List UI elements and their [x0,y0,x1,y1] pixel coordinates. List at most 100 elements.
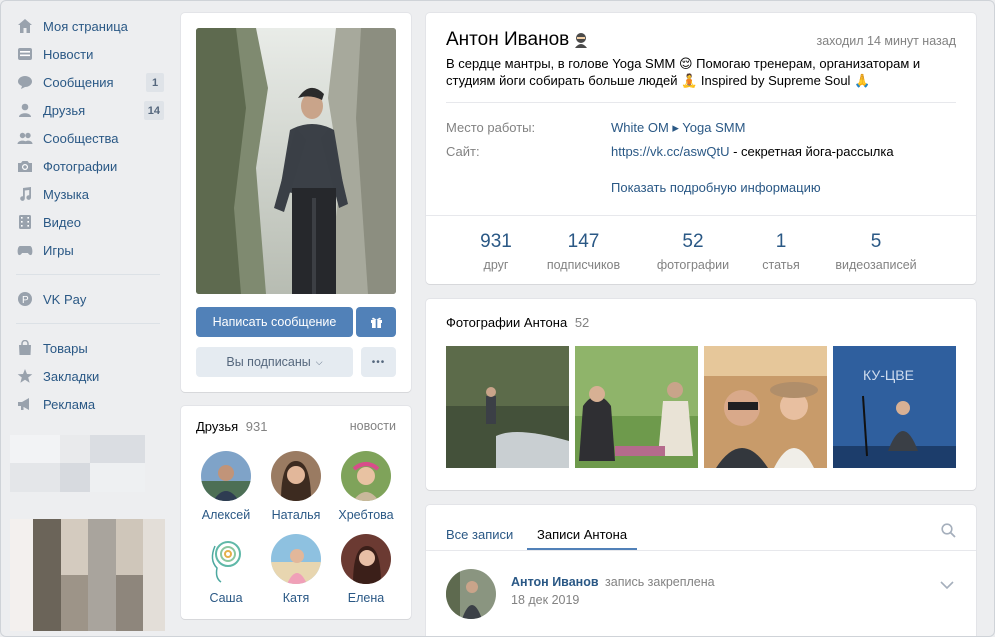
nav-item-messages[interactable]: Сообщения 1 [10,68,170,96]
site-link[interactable]: https://vk.cc/aswQtU [611,144,729,159]
gift-button[interactable] [356,307,396,337]
nav-item-vkpay[interactable]: P VK Pay [10,285,170,313]
blurred-ad-top [10,435,160,495]
photo-thumbnail[interactable] [446,346,569,468]
photo-thumbnail[interactable]: КУ-ЦВЕ [833,346,956,468]
news-icon [16,46,34,62]
megaphone-icon [16,396,34,412]
nav-item-label: Друзья [43,102,86,118]
svg-text:КУ-ЦВЕ: КУ-ЦВЕ [863,367,914,383]
more-actions-button[interactable]: ••• [361,347,396,377]
games-icon [16,242,34,258]
show-more-info-link[interactable]: Показать подробную информацию [611,180,821,195]
post-author-name[interactable]: Антон Иванов [511,575,599,589]
blurred-ad-bottom [10,519,170,631]
nav-item-games[interactable]: Игры [10,236,170,264]
vkpay-icon: P [16,291,34,307]
tab-all-posts[interactable]: Все записи [446,527,513,542]
counter-caption: подписчиков [546,258,621,272]
site-label: Сайт: [446,144,480,159]
nav-item-bag[interactable]: Товары [10,334,170,362]
counter-videos[interactable]: 5 видеозаписей [826,231,926,272]
counter-number: 5 [870,231,882,252]
photos-title[interactable]: Фотографии Антона [446,315,567,330]
nav-item-friends[interactable]: Друзья 14 [10,96,170,124]
more-icon: ••• [371,356,386,368]
friend-name: Елена [347,591,385,605]
work-row: Место работы: White OM ▸ Yoga SMM [446,120,745,136]
nav-item-groups[interactable]: Сообщества [10,124,170,152]
nav-item-home[interactable]: Моя страница [10,12,170,40]
status-line: студиям йоги собирать больше людей 🧘 Ins… [446,73,871,88]
write-message-label: Написать сообщение [212,315,337,329]
friends-news-link[interactable]: новости [350,419,396,433]
counter-friends[interactable]: 931 друг [466,231,526,272]
friends-count: 931 [245,419,268,434]
profile-info-card: Антон Иванов заходил 14 минут назад В се… [426,13,976,284]
nav-item-label: Моя страница [43,18,128,34]
friend-item[interactable]: Хребтова [331,451,401,522]
gift-icon [370,316,383,329]
friend-item[interactable]: Саша [191,534,261,605]
nav-item-camera[interactable]: Фотографии [10,152,170,180]
write-message-button[interactable]: Написать сообщение [196,307,353,337]
bag-icon [16,340,34,356]
nav-item-label: Новости [43,46,94,62]
counter-followers[interactable]: 147 подписчиков [536,231,631,272]
friend-name: Наталья [271,508,321,522]
counter-number: 931 [480,231,512,252]
nav-item-label: Видео [43,214,81,230]
avatar-card: Написать сообщение Вы подписаны ⌵ ••• [181,13,411,392]
friend-avatar [271,534,321,584]
friend-name: Саша [209,591,243,605]
friend-name: Алексей [201,508,251,522]
friend-item[interactable]: Наталья [261,451,331,522]
nav-item-label: Реклама [43,396,96,412]
post-action: запись закреплена [605,575,715,589]
post-author-avatar[interactable] [446,569,496,619]
nav-item-megaphone[interactable]: Реклама [10,390,170,418]
counter-caption: фотографии [656,258,730,272]
nav-item-music[interactable]: Музыка [10,180,170,208]
groups-icon [16,130,34,146]
camera-icon [16,158,34,174]
chevron-down-icon: ⌵ [315,356,323,367]
video-icon [16,214,34,230]
site-row: Сайт: https://vk.cc/aswQtU - секретная й… [446,144,894,159]
tab-own-posts[interactable]: Записи Антона [537,527,627,542]
chevron-down-icon[interactable] [940,577,954,592]
svg-text:P: P [22,295,29,306]
photo-thumbnail[interactable] [704,346,827,468]
friends-title[interactable]: Друзья [196,419,238,434]
counter-number: 52 [682,231,704,252]
friend-item[interactable]: Катя [261,534,331,605]
nav-item-video[interactable]: Видео [10,208,170,236]
counter-articles[interactable]: 1 статья [751,231,811,272]
search-icon[interactable] [941,523,956,541]
friend-item[interactable]: Елена [331,534,401,605]
star-icon [16,368,34,384]
nav-item-star[interactable]: Закладки [10,362,170,390]
counter-caption: друг [483,258,509,272]
nav-item-label: Товары [43,340,88,356]
subscribed-dropdown[interactable]: Вы подписаны ⌵ [196,347,353,377]
status-line: В сердце мантры, в голове Yoga SMM 😌 Пом… [446,56,921,71]
photos-card: Фотографии Антона 52 КУ-ЦВЕ [426,299,976,490]
nav-item-news[interactable]: Новости [10,40,170,68]
work-link[interactable]: White OM ▸ Yoga SMM [611,120,745,136]
friend-name: Хребтова [338,508,394,522]
nav-divider [16,274,160,275]
nav-item-label: Сообщества [43,130,119,146]
friend-item[interactable]: Алексей [191,451,261,522]
nav-item-label: Закладки [43,368,100,384]
wall-card: Все записи Записи Антона Антон Иванов за… [426,505,976,637]
photo-thumbnail[interactable] [575,346,698,468]
counter-photos[interactable]: 52 фотографии [648,231,738,272]
divider [426,550,976,551]
profile-photo[interactable] [196,28,396,294]
counter-caption: видеозаписей [835,258,917,272]
left-nav: Моя страница Новости Сообщения 1 Друзья 14 Соо… [10,12,170,418]
photos-count: 52 [574,315,590,330]
divider [426,215,976,216]
post-date[interactable]: 18 дек 2019 [511,593,579,607]
